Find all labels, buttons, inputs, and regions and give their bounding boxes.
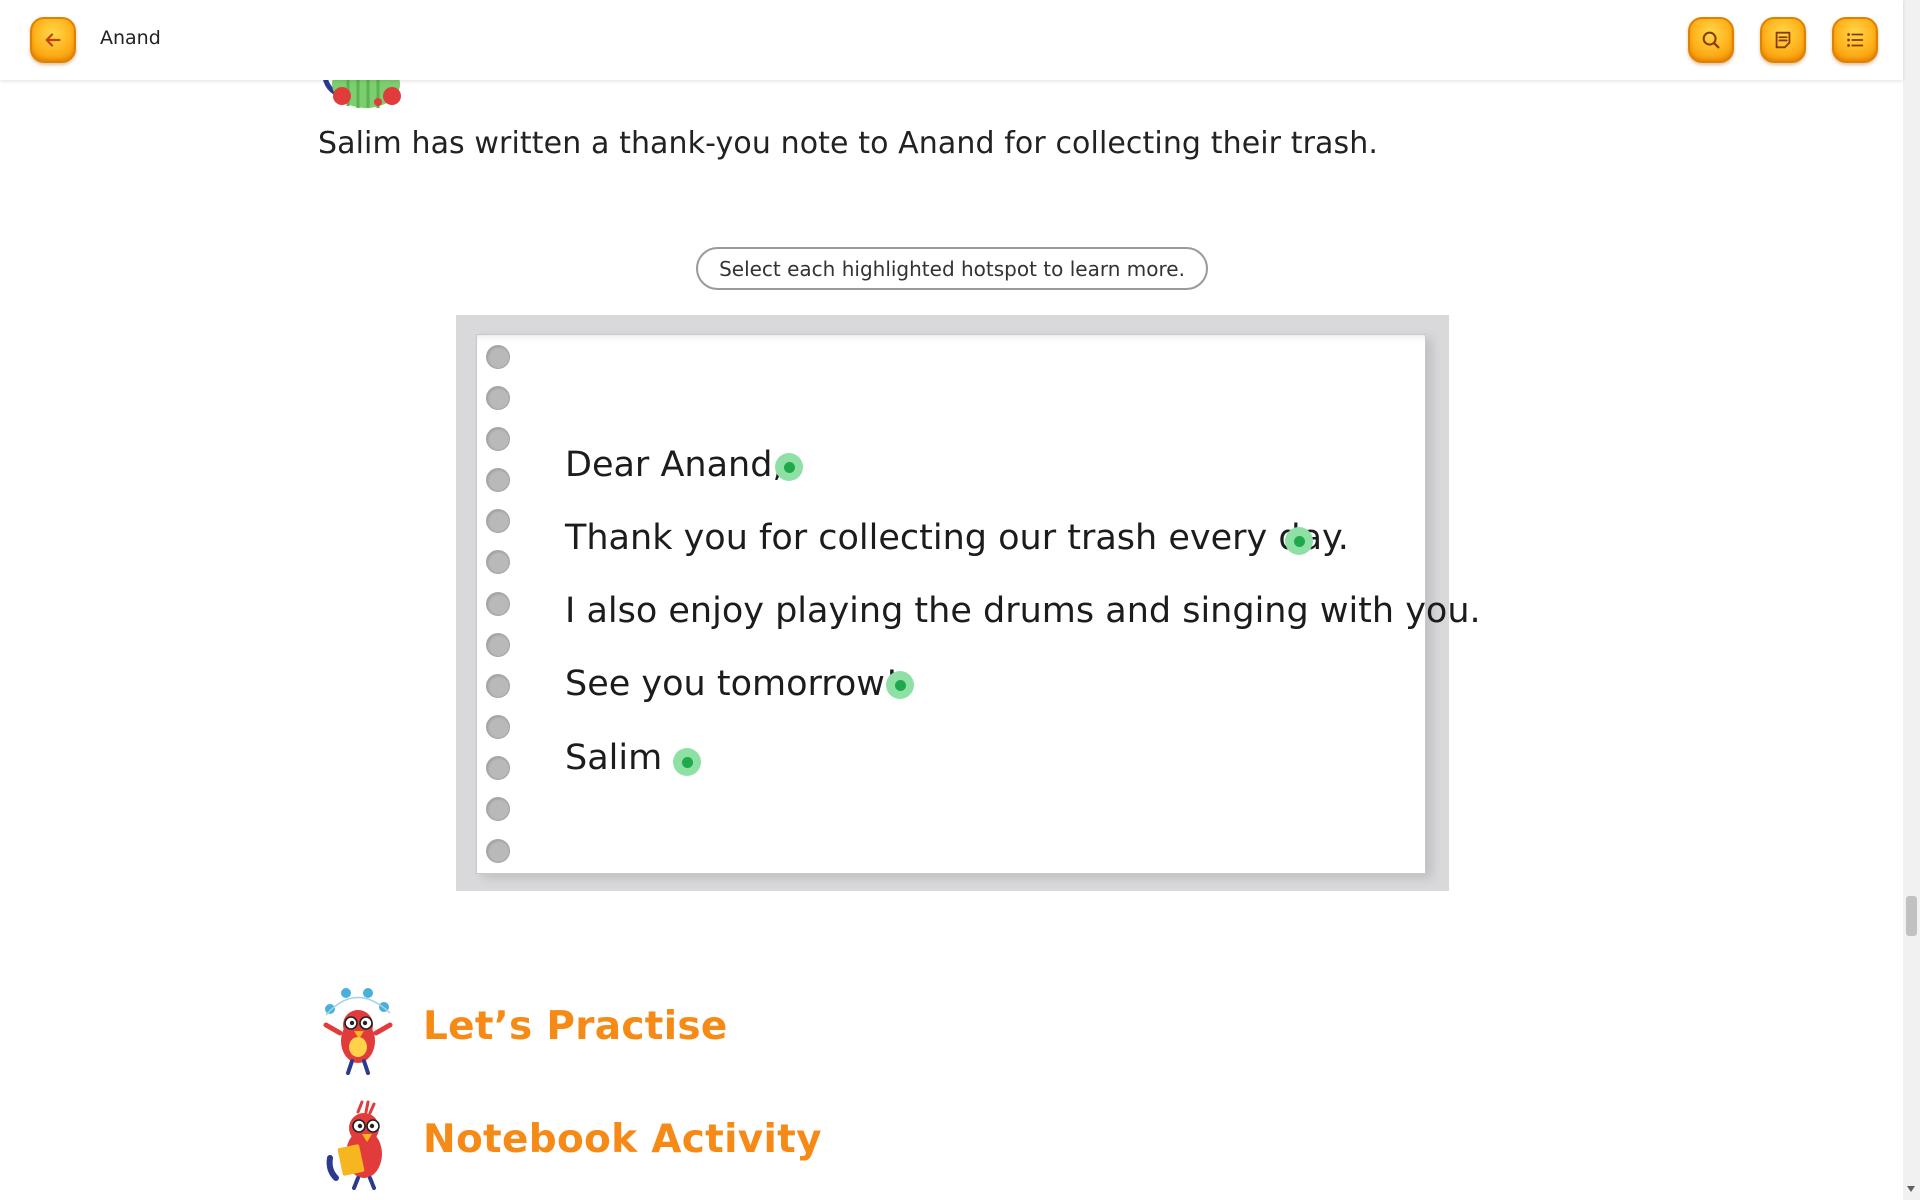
top-bar: Anand	[0, 0, 1903, 80]
binder-hole	[486, 345, 510, 369]
hotspot-signature[interactable]	[673, 748, 701, 776]
search-button[interactable]	[1688, 17, 1734, 63]
note-body-line-2: I also enjoy playing the drums and singi…	[565, 591, 1481, 631]
hotspot-closing[interactable]	[886, 671, 914, 699]
note-closing: See you tomorrow!	[565, 664, 899, 704]
hotspot-body[interactable]	[1285, 527, 1313, 555]
binder-hole	[486, 550, 510, 574]
binder-hole	[486, 756, 510, 780]
arrow-left-icon	[45, 33, 61, 47]
scroll-down-arrow-icon[interactable]	[1907, 1186, 1915, 1192]
binder-hole	[486, 386, 510, 410]
binder-hole	[486, 592, 510, 616]
intro-text: Salim has written a thank-you note to An…	[318, 126, 1379, 161]
page-title: Anand	[100, 27, 161, 49]
search-icon	[1702, 31, 1720, 49]
vertical-scrollbar[interactable]	[1903, 0, 1920, 1200]
binder-hole	[486, 468, 510, 492]
section-title-lets-practise[interactable]: Let’s Practise	[423, 1004, 728, 1049]
hotspot-greeting[interactable]	[775, 453, 803, 481]
note-body-line-1: Thank you for collecting our trash every…	[565, 518, 1349, 558]
notebook-parrot-mascot	[318, 1100, 408, 1190]
back-button[interactable]	[30, 17, 76, 63]
section-title-notebook-activity[interactable]: Notebook Activity	[423, 1117, 822, 1162]
notes-icon	[1775, 31, 1791, 49]
note-greeting: Dear Anand,	[565, 445, 784, 485]
notes-button[interactable]	[1760, 17, 1806, 63]
hotspot-instruction: Select each highlighted hotspot to learn…	[696, 247, 1208, 290]
note-signature: Salim	[565, 738, 663, 778]
binder-hole	[486, 427, 510, 451]
binder-hole	[486, 509, 510, 533]
binder-hole	[486, 797, 510, 821]
scrollbar-thumb[interactable]	[1906, 896, 1917, 936]
binder-hole	[486, 674, 510, 698]
binder-hole	[486, 715, 510, 739]
binder-hole	[486, 839, 510, 863]
juggling-parrot-mascot	[316, 985, 406, 1075]
list-icon	[1847, 33, 1864, 47]
binder-hole	[486, 633, 510, 657]
table-of-contents-button[interactable]	[1832, 17, 1878, 63]
